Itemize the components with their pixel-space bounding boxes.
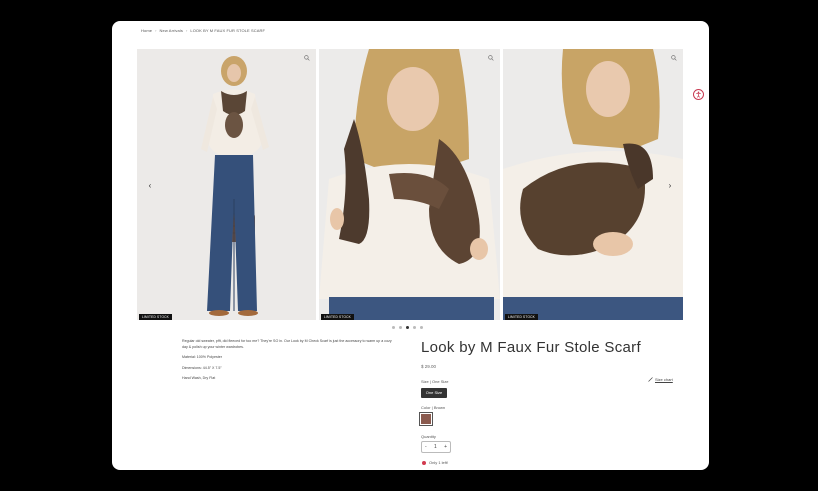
stock-indicator-icon <box>422 460 426 465</box>
breadcrumb: Home › New Arrivals › LOOK BY M FAUX FUR… <box>141 28 266 33</box>
gallery-dot[interactable] <box>420 326 423 329</box>
quantity-value[interactable]: 1 <box>434 444 437 450</box>
gallery-pagination <box>392 326 423 329</box>
description-text: Regular old sweater, pfft, did fleeced f… <box>182 339 392 349</box>
quantity-label: Quantity <box>421 434 436 439</box>
size-option-button[interactable]: One Size <box>421 388 447 398</box>
breadcrumb-current: LOOK BY M FAUX FUR STOLE SCARF <box>190 28 266 33</box>
quantity-decrease-button[interactable]: - <box>425 444 427 450</box>
zoom-icon[interactable] <box>671 55 677 61</box>
product-description: Regular old sweater, pfft, did fleeced f… <box>182 339 392 387</box>
quantity-increase-button[interactable]: + <box>444 444 447 450</box>
breadcrumb-home[interactable]: Home <box>141 28 152 33</box>
zoom-icon[interactable] <box>488 55 494 61</box>
material-text: Material: 100% Polyester <box>182 355 222 359</box>
gallery-dot-active[interactable] <box>406 326 409 329</box>
limited-stock-badge: LIMITED STOCK <box>139 314 172 320</box>
color-label: Color | Brown <box>421 405 446 410</box>
product-gallery: LIMITED STOCK LIMITED STOCK LIMITED STOC… <box>137 49 683 320</box>
ruler-icon <box>648 377 653 382</box>
size-chart-link[interactable]: Size chart <box>648 377 673 382</box>
color-swatch-brown[interactable] <box>419 412 433 426</box>
accessibility-button[interactable] <box>693 89 704 100</box>
dimensions-text: Dimensions: 44.5" X 7.5" <box>182 365 222 370</box>
limited-stock-badge: LIMITED STOCK <box>321 314 354 320</box>
product-photo-2[interactable]: LIMITED STOCK <box>319 49 500 320</box>
stock-note-text: Only 1 left! <box>429 460 449 465</box>
product-price: $ 29.00 <box>421 364 437 369</box>
care-text: Hand Wash, Dry Flat <box>182 376 216 380</box>
breadcrumb-new-arrivals[interactable]: New Arrivals <box>160 28 183 33</box>
gallery-dot[interactable] <box>392 326 395 329</box>
limited-stock-badge: LIMITED STOCK <box>505 314 538 320</box>
zoom-icon[interactable] <box>304 55 310 61</box>
product-photo-1[interactable]: LIMITED STOCK <box>137 49 316 320</box>
product-photo-3[interactable]: LIMITED STOCK <box>503 49 683 320</box>
gallery-dot[interactable] <box>413 326 416 329</box>
gallery-prev-button[interactable]: ‹ <box>146 181 154 191</box>
quantity-stepper[interactable]: - 1 + <box>421 441 451 453</box>
product-page: Home › New Arrivals › LOOK BY M FAUX FUR… <box>112 21 709 470</box>
size-chart-label: Size chart <box>655 377 673 382</box>
product-title: Look by M Faux Fur Stole Scarf <box>421 339 641 356</box>
gallery-next-button[interactable]: › <box>666 181 674 191</box>
size-label: Size | One Size <box>421 379 449 384</box>
stock-status: Only 1 left! <box>422 460 448 465</box>
gallery-dot[interactable] <box>399 326 402 329</box>
accessibility-icon <box>696 91 701 98</box>
